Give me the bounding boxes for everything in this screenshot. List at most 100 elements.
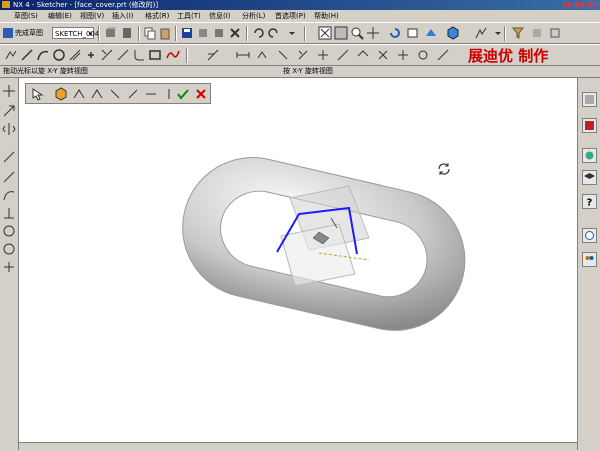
- menu-info[interactable]: 信息(I): [207, 11, 233, 21]
- undo-icon[interactable]: [251, 26, 265, 40]
- shade-icon[interactable]: [424, 26, 438, 40]
- menu-sketch[interactable]: 草图(S): [12, 11, 40, 21]
- selection-icon[interactable]: [530, 26, 544, 40]
- move-icon[interactable]: [2, 84, 16, 98]
- separator: [504, 26, 506, 41]
- line-tool-icon[interactable]: [2, 150, 16, 164]
- constraint8-icon[interactable]: [376, 48, 390, 62]
- select-arrow-icon[interactable]: [30, 87, 44, 101]
- separator: [304, 26, 306, 41]
- copy2-icon[interactable]: [212, 26, 226, 40]
- cancel-x-icon[interactable]: [194, 87, 208, 101]
- sketch-name-combo[interactable]: SKETCH_004: [52, 27, 99, 40]
- cut-icon[interactable]: [196, 26, 210, 40]
- delete-icon[interactable]: [228, 26, 242, 40]
- left-toolbar: [0, 78, 19, 450]
- save-icon[interactable]: [180, 26, 194, 40]
- menu-tools[interactable]: 工具(T): [175, 11, 203, 21]
- finish-flag-icon: [3, 28, 13, 38]
- point-tool-icon[interactable]: [2, 260, 16, 274]
- line-tool-2-icon[interactable]: [2, 170, 16, 184]
- menu-preferences[interactable]: 首选项(P): [273, 11, 308, 21]
- menu-edit[interactable]: 编辑(E): [46, 11, 74, 21]
- zoom-window-icon[interactable]: [334, 26, 348, 40]
- quick-trim-icon[interactable]: [100, 48, 114, 62]
- zoom-icon[interactable]: [350, 26, 364, 40]
- dimension-icon[interactable]: [236, 48, 250, 62]
- web-browser-icon[interactable]: [582, 148, 597, 163]
- separator: [175, 26, 177, 41]
- point-icon[interactable]: [84, 48, 98, 62]
- mirror-icon[interactable]: [2, 122, 16, 136]
- circle-icon[interactable]: [52, 48, 66, 62]
- dropdown-icon[interactable]: [285, 26, 299, 40]
- svg-text:?: ?: [587, 198, 593, 209]
- wcs-icon[interactable]: [474, 26, 488, 40]
- orient-view-icon[interactable]: [104, 26, 118, 40]
- history-icon[interactable]: [582, 228, 597, 243]
- perpendicular-icon[interactable]: [2, 206, 16, 220]
- circle-tool-icon[interactable]: [2, 224, 16, 238]
- layer-icon[interactable]: [406, 26, 420, 40]
- arc-icon[interactable]: [36, 48, 50, 62]
- arc-tool-icon[interactable]: [2, 188, 16, 202]
- reattach-icon[interactable]: [120, 26, 134, 40]
- constraint5-icon[interactable]: [316, 48, 330, 62]
- ok-checkmark-icon[interactable]: [176, 87, 190, 101]
- constraint10-icon[interactable]: [416, 48, 430, 62]
- copy-icon[interactable]: [143, 26, 157, 40]
- derived-line-icon[interactable]: [68, 48, 82, 62]
- snap-icon[interactable]: [548, 26, 562, 40]
- profile-icon[interactable]: [4, 48, 18, 62]
- transform-icon[interactable]: [2, 104, 16, 118]
- constraint9-icon[interactable]: [396, 48, 410, 62]
- constraint2-icon[interactable]: [256, 48, 270, 62]
- redo-icon[interactable]: [267, 26, 281, 40]
- app-icon: [2, 1, 10, 8]
- clock: 16:04:26: [562, 1, 597, 9]
- finish-sketch-button[interactable]: 完成草图: [3, 26, 43, 41]
- constraint-a-icon[interactable]: [72, 87, 86, 101]
- constraint-e-icon[interactable]: [144, 87, 158, 101]
- pan-icon[interactable]: [366, 26, 380, 40]
- fillet-icon[interactable]: [132, 48, 146, 62]
- circle-tool-2-icon[interactable]: [2, 242, 16, 256]
- constraint3-icon[interactable]: [276, 48, 290, 62]
- constraint4-icon[interactable]: [296, 48, 310, 62]
- dropdown-icon[interactable]: [491, 26, 505, 40]
- roles-icon[interactable]: [582, 252, 597, 267]
- separator: [246, 26, 248, 41]
- paste-icon[interactable]: [158, 26, 172, 40]
- menu-format[interactable]: 格式(R): [143, 11, 171, 21]
- constraint-c-icon[interactable]: [108, 87, 122, 101]
- constraint6-icon[interactable]: [336, 48, 350, 62]
- selection-filter-icon[interactable]: [511, 26, 525, 40]
- rectangle-icon[interactable]: [148, 48, 162, 62]
- constraint11-icon[interactable]: [436, 48, 450, 62]
- graphics-window[interactable]: [19, 78, 577, 442]
- rotate-icon[interactable]: [388, 26, 402, 40]
- watermark-text: 展迪优 制作: [468, 47, 549, 65]
- line-icon[interactable]: [20, 48, 34, 62]
- menu-insert[interactable]: 插入(I): [110, 11, 136, 21]
- separator: [138, 26, 140, 41]
- constraint7-icon[interactable]: [356, 48, 370, 62]
- shaded-cube-icon[interactable]: [446, 26, 460, 40]
- window-title: NX 4 - Sketcher - [face_cover.prt (修改的)]: [13, 1, 159, 9]
- constraint-icon[interactable]: [206, 48, 220, 62]
- fit-view-icon[interactable]: [318, 26, 332, 40]
- part-navigator-icon[interactable]: [582, 118, 597, 133]
- menu-view[interactable]: 视图(V): [78, 11, 106, 21]
- constraint-d-icon[interactable]: [126, 87, 140, 101]
- constraint-b-icon[interactable]: [90, 87, 104, 101]
- spline-icon[interactable]: [166, 48, 180, 62]
- cue-line: 拖动光标以旋 X-Y 旋转视图 按 X-Y 旋转视图: [0, 66, 600, 78]
- quick-extend-icon[interactable]: [116, 48, 130, 62]
- help-icon[interactable]: ?: [582, 194, 597, 209]
- training-icon[interactable]: [582, 170, 597, 185]
- constraint-f-icon[interactable]: [162, 87, 176, 101]
- assembly-navigator-icon[interactable]: [582, 92, 597, 107]
- cube-orient-icon[interactable]: [54, 87, 68, 101]
- menu-help[interactable]: 帮助(H): [312, 11, 341, 21]
- menu-analysis[interactable]: 分析(L): [240, 11, 267, 21]
